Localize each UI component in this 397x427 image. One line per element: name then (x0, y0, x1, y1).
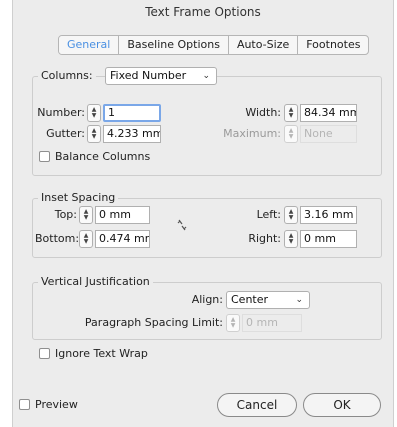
bottom-label: Bottom: (35, 232, 80, 245)
maximum-field: ▲ ▼ None (284, 124, 357, 144)
tab-bar: General Baseline Options Auto-Size Footn… (58, 35, 370, 55)
width-field: ▲ ▼ 84.34 mm (284, 103, 357, 123)
tab-general[interactable]: General (59, 36, 120, 54)
maximum-stepper-icon: ▲ ▼ (284, 125, 298, 143)
columns-legend: Columns: (38, 67, 96, 85)
top-input[interactable]: 0 mm (95, 206, 150, 224)
gutter-field: ▲ ▼ 4.233 mm (87, 124, 161, 144)
maximum-label: Maximum: (223, 127, 281, 140)
top-label: Top: (54, 208, 77, 221)
columns-type-select[interactable]: Fixed Number ⌄ (105, 67, 217, 85)
number-stepper-icon[interactable]: ▲ ▼ (87, 104, 101, 122)
ignore-text-wrap-label: Ignore Text Wrap (55, 346, 148, 360)
vertical-justification-legend: Vertical Justification (38, 275, 153, 289)
inset-spacing-legend: Inset Spacing (38, 191, 119, 205)
bottom-stepper-icon[interactable]: ▲ ▼ (79, 230, 93, 248)
right-stepper-icon[interactable]: ▲ ▼ (284, 230, 298, 248)
left-label: Left: (256, 208, 281, 221)
top-field: ▲ ▼ 0 mm (79, 205, 150, 225)
width-input[interactable]: 84.34 mm (300, 104, 357, 122)
paragraph-spacing-limit-field: ▲ ▼ 0 mm (226, 313, 302, 333)
ignore-text-wrap-box[interactable] (39, 347, 50, 359)
dialog-title: Text Frame Options (145, 5, 261, 19)
paragraph-spacing-input: 0 mm (242, 314, 302, 332)
balance-columns-checkbox[interactable]: Balance Columns (39, 148, 150, 164)
number-field: ▲ ▼ 1 (87, 103, 161, 123)
right-label: Right: (248, 232, 281, 245)
text-frame-options-dialog: Text Frame Options General Baseline Opti… (12, 0, 394, 427)
tab-auto-size[interactable]: Auto-Size (229, 36, 299, 54)
chevron-down-icon: ⌄ (295, 295, 303, 305)
maximum-input: None (300, 125, 357, 143)
number-label: Number: (37, 106, 85, 119)
ignore-text-wrap-checkbox[interactable]: Ignore Text Wrap (39, 345, 148, 361)
bottom-input[interactable]: 0.474 mm (95, 230, 150, 248)
preview-label: Preview (35, 397, 78, 411)
left-stepper-icon[interactable]: ▲ ▼ (284, 206, 298, 224)
left-input[interactable]: 3.16 mm (300, 206, 357, 224)
align-select[interactable]: Center ⌄ (226, 291, 310, 309)
top-stepper-icon[interactable]: ▲ ▼ (79, 206, 93, 224)
width-stepper-icon[interactable]: ▲ ▼ (284, 104, 298, 122)
balance-columns-box[interactable] (39, 150, 50, 162)
columns-type-value: Fixed Number (110, 69, 187, 82)
number-input[interactable]: 1 (103, 104, 161, 122)
preview-checkbox[interactable]: Preview (19, 396, 78, 412)
paragraph-spacing-limit-label: Paragraph Spacing Limit: (84, 316, 223, 329)
cancel-button[interactable]: Cancel (217, 393, 297, 417)
tab-footnotes[interactable]: Footnotes (298, 36, 368, 54)
balance-columns-label: Balance Columns (55, 149, 151, 163)
right-input[interactable]: 0 mm (300, 230, 357, 248)
ok-button[interactable]: OK (303, 393, 381, 417)
width-label: Width: (245, 106, 281, 119)
chevron-down-icon: ⌄ (202, 71, 210, 81)
align-value: Center (231, 293, 269, 306)
tab-baseline-options[interactable]: Baseline Options (119, 36, 229, 54)
gutter-input[interactable]: 4.233 mm (103, 125, 161, 143)
bottom-field: ▲ ▼ 0.474 mm (79, 229, 150, 249)
align-label: Align: (191, 293, 223, 306)
link-chain-icon[interactable] (176, 218, 188, 232)
gutter-stepper-icon[interactable]: ▲ ▼ (87, 125, 101, 143)
preview-box[interactable] (19, 398, 30, 410)
right-field: ▲ ▼ 0 mm (284, 229, 357, 249)
paragraph-spacing-stepper-icon: ▲ ▼ (226, 314, 240, 332)
columns-label: Columns: (41, 69, 93, 82)
left-field: ▲ ▼ 3.16 mm (284, 205, 357, 225)
gutter-label: Gutter: (46, 127, 85, 140)
